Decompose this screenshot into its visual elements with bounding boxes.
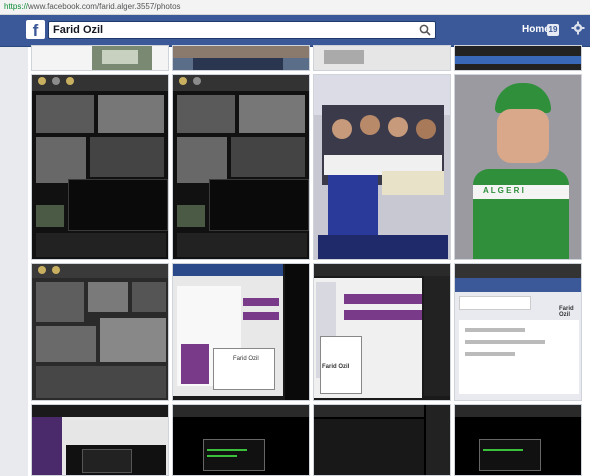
left-sidebar xyxy=(0,47,29,476)
photo-tile[interactable] xyxy=(172,74,310,260)
search-input[interactable] xyxy=(53,22,413,38)
photo-tile[interactable] xyxy=(313,404,451,476)
photo-tile[interactable]: A L G E R I xyxy=(454,74,582,260)
photo-tile[interactable]: Farid Ozil xyxy=(172,263,310,401)
caption-text-r3c4: Farid Ozil xyxy=(559,306,574,318)
photo-tile[interactable] xyxy=(172,45,310,71)
photo-tile[interactable] xyxy=(31,263,169,401)
photo-tile[interactable] xyxy=(31,404,169,476)
photo-tile[interactable] xyxy=(313,74,451,260)
jersey-text: A L G E R I xyxy=(483,186,524,195)
facebook-logo-icon[interactable]: f xyxy=(26,20,45,40)
photo-tile[interactable] xyxy=(172,404,310,476)
photo-tile[interactable] xyxy=(313,45,451,71)
search-icon[interactable] xyxy=(419,24,431,36)
photo-tile[interactable] xyxy=(454,45,582,71)
home-notification-badge[interactable]: 19 xyxy=(547,24,559,36)
caption-text: Farid Ozil xyxy=(233,356,259,362)
url-scheme: https:// xyxy=(4,2,29,11)
photo-tile[interactable]: Farid Ozil xyxy=(454,263,582,401)
search-box[interactable] xyxy=(48,21,436,39)
browser-address-bar[interactable]: https://www.facebook.com/farid.alger.355… xyxy=(0,0,590,15)
photo-tile[interactable] xyxy=(31,45,169,71)
caption-text-r3c3: Farid Ozil xyxy=(322,364,350,370)
gear-icon[interactable] xyxy=(571,21,585,35)
photo-tile[interactable]: Farid Ozil xyxy=(313,263,451,401)
photo-grid: A L G E R I Farid Ozil Farid Ozil Farid … xyxy=(28,45,590,476)
photo-tile[interactable] xyxy=(454,404,582,476)
url-path: www.facebook.com/farid.alger.3557/photos xyxy=(28,2,181,11)
photo-tile[interactable] xyxy=(31,74,169,260)
home-link[interactable]: Home xyxy=(522,24,550,35)
